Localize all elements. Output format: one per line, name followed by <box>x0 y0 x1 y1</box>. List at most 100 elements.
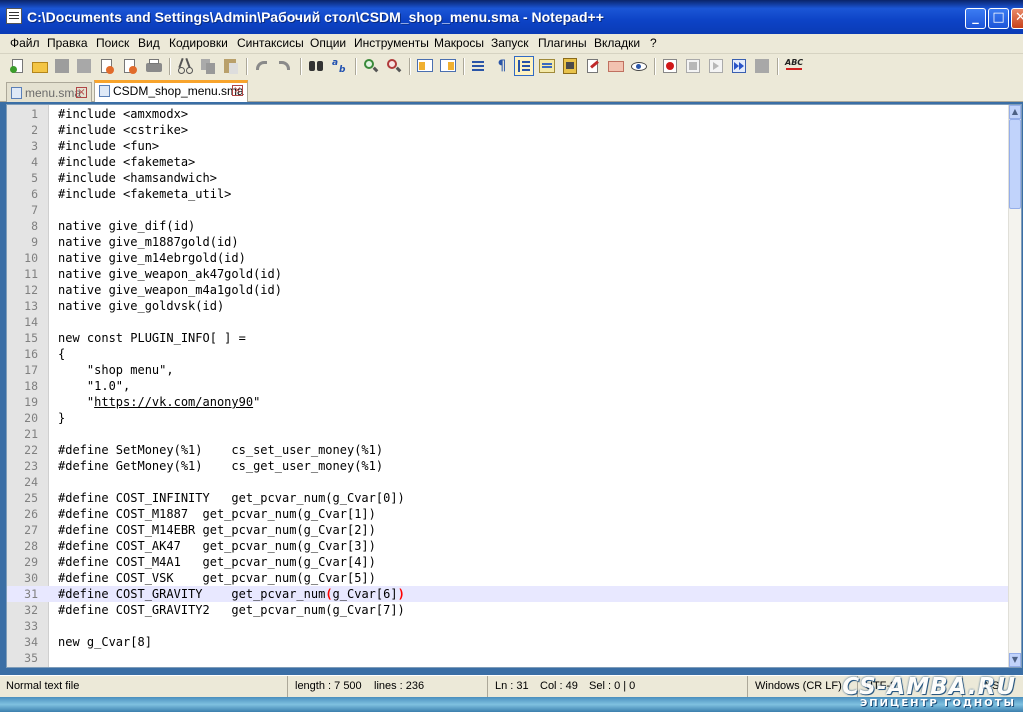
word-wrap-icon[interactable] <box>470 57 488 75</box>
code-line[interactable]: 27 #define COST_M14EBR get_pcvar_num(g_Cv… <box>7 522 1010 538</box>
code-line[interactable]: 18 "1.0", <box>7 378 1010 394</box>
close-icon[interactable] <box>98 57 116 75</box>
play-macro-icon[interactable] <box>707 57 725 75</box>
code-line[interactable]: 9 native give_m1887gold(id) <box>7 234 1010 250</box>
close-all-icon[interactable] <box>121 57 139 75</box>
code-line[interactable]: 30 #define COST_VSK get_pcvar_num(g_Cvar[… <box>7 570 1010 586</box>
save-icon[interactable] <box>53 57 71 75</box>
code-line[interactable]: 31 #define COST_GRAVITY get_pcvar_num(g_C… <box>7 586 1010 602</box>
code-line[interactable]: 16 { <box>7 346 1010 362</box>
code-line[interactable]: 29 #define COST_M4A1 get_pcvar_num(g_Cvar… <box>7 554 1010 570</box>
menu-view[interactable]: Вид <box>138 35 160 51</box>
close-tab-icon[interactable]: × <box>232 85 243 96</box>
menu-tabs[interactable]: Вкладки <box>594 35 640 51</box>
maximize-button[interactable]: □ <box>988 8 1009 29</box>
code-line[interactable]: 26 #define COST_M1887 get_pcvar_num(g_Cva… <box>7 506 1010 522</box>
code-line[interactable]: 2 #include <cstrike> <box>7 122 1010 138</box>
print-icon[interactable] <box>145 57 163 75</box>
function-list-icon[interactable] <box>584 57 602 75</box>
open-file-icon[interactable] <box>31 57 49 75</box>
menu-tools[interactable]: Инструменты <box>354 35 429 51</box>
code-line[interactable]: 35 <box>7 650 1010 666</box>
menu-help[interactable]: ? <box>650 35 657 51</box>
scrollbar-thumb[interactable] <box>1009 119 1021 209</box>
menu-plugins[interactable]: Плагины <box>538 35 587 51</box>
tab-csdm-shop-menu[interactable]: CSDM_shop_menu.sma × <box>94 80 248 102</box>
record-macro-icon[interactable] <box>661 57 679 75</box>
copy-icon[interactable] <box>199 57 217 75</box>
code-line[interactable]: 15 new const PLUGIN_INFO[ ] = <box>7 330 1010 346</box>
code-line[interactable]: 7 <box>7 202 1010 218</box>
doc-map-icon[interactable] <box>561 57 579 75</box>
code-line[interactable]: 6 #include <fakemeta_util> <box>7 186 1010 202</box>
tab-menu-sma[interactable]: menu.sma × <box>6 82 92 102</box>
code-line[interactable]: 5 #include <hamsandwich> <box>7 170 1010 186</box>
code-line[interactable]: 3 #include <fun> <box>7 138 1010 154</box>
save-macro-icon[interactable] <box>753 57 771 75</box>
scroll-down-icon[interactable]: ▼ <box>1009 653 1021 667</box>
code-editor[interactable]: 1 #include <amxmodx> 2 #include <cstrike> 3 #… <box>6 104 1022 668</box>
code-text: #define COST_M14EBR get_pcvar_num(g_Cvar… <box>58 523 376 537</box>
cut-icon[interactable] <box>176 57 194 75</box>
code-line[interactable]: 33 <box>7 618 1010 634</box>
undo-icon[interactable] <box>253 57 271 75</box>
code-line[interactable]: 24 <box>7 474 1010 490</box>
menu-file[interactable]: Файл <box>10 35 40 51</box>
code-line[interactable]: 20} <box>7 410 1010 426</box>
new-file-icon[interactable] <box>9 57 27 75</box>
show-all-chars-icon[interactable]: ¶ <box>493 57 511 75</box>
title-bar[interactable]: C:\Documents and Settings\Admin\Рабочий … <box>0 0 1023 34</box>
minimize-button[interactable]: _ <box>965 8 986 29</box>
menu-syntax[interactable]: Синтаксисы <box>237 35 304 51</box>
code-line[interactable]: 12 native give_weapon_m4a1gold(id) <box>7 282 1010 298</box>
menu-macros[interactable]: Макросы <box>434 35 484 51</box>
zoom-out-icon[interactable] <box>385 57 403 75</box>
save-all-icon[interactable] <box>75 57 93 75</box>
code-text: native give_m14ebrgold(id) <box>58 251 246 265</box>
code-line[interactable]: 8 native give_dif(id) <box>7 218 1010 234</box>
code-line[interactable]: 28 #define COST_AK47 get_pcvar_num(g_Cvar… <box>7 538 1010 554</box>
code-line[interactable]: 4 #include <fakemeta> <box>7 154 1010 170</box>
code-line[interactable]: 10 native give_m14ebrgold(id) <box>7 250 1010 266</box>
code-line[interactable]: 32 #define COST_GRAVITY2 get_pcvar_num(g_… <box>7 602 1010 618</box>
line-number: 3 <box>31 139 38 153</box>
scroll-up-icon[interactable]: ▲ <box>1009 105 1021 119</box>
menu-search[interactable]: Поиск <box>96 35 129 51</box>
close-tab-icon[interactable]: × <box>76 87 87 98</box>
spell-check-icon[interactable]: ABC <box>784 57 806 75</box>
code-line[interactable]: 17 "shop menu", <box>7 362 1010 378</box>
code-line[interactable]: 11 native give_weapon_ak47gold(id) <box>7 266 1010 282</box>
menu-encoding[interactable]: Кодировки <box>169 35 228 51</box>
folder-workspace-icon[interactable] <box>607 57 625 75</box>
paste-icon[interactable] <box>222 57 240 75</box>
menu-run[interactable]: Запуск <box>491 35 529 51</box>
zoom-in-icon[interactable] <box>362 57 380 75</box>
code-line[interactable]: 23 #define GetMoney(%1) cs_get_user_money… <box>7 458 1010 474</box>
code-line[interactable]: 25 #define COST_INFINITY get_pcvar_num(g_… <box>7 490 1010 506</box>
code-line[interactable]: 22 #define SetMoney(%1) cs_set_user_money… <box>7 442 1010 458</box>
code-line[interactable]: 14 <box>7 314 1010 330</box>
code-line[interactable]: 1 #include <amxmodx> <box>7 106 1010 122</box>
code-text: #define COST_AK47 get_pcvar_num(g_Cvar[3… <box>58 539 376 553</box>
run-macro-multiple-icon[interactable] <box>730 57 748 75</box>
menu-edit[interactable]: Правка <box>47 35 88 51</box>
code-line[interactable]: 13 native give_goldvsk(id) <box>7 298 1010 314</box>
code-line[interactable]: 21 <box>7 426 1010 442</box>
vertical-scrollbar[interactable]: ▲ ▼ <box>1008 105 1021 667</box>
replace-icon[interactable]: ab <box>331 57 349 75</box>
user-language-icon[interactable] <box>538 57 556 75</box>
stop-macro-icon[interactable] <box>684 57 702 75</box>
code-text: #include <amxmodx> <box>58 107 189 121</box>
sync-horizontal-icon[interactable] <box>439 57 457 75</box>
monitoring-icon[interactable] <box>630 57 648 75</box>
url-link[interactable]: https://vk.com/anony90 <box>94 395 253 409</box>
code-line[interactable]: 19 "https://vk.com/anony90" <box>7 394 1010 410</box>
sync-vertical-icon[interactable] <box>416 57 434 75</box>
redo-icon[interactable] <box>276 57 294 75</box>
code-line[interactable]: 34 new g_Cvar[8] <box>7 634 1010 650</box>
indent-guide-icon[interactable] <box>514 56 534 76</box>
notepad-app-icon[interactable] <box>6 8 22 24</box>
menu-options[interactable]: Опции <box>310 35 346 51</box>
close-button[interactable]: ✕ <box>1011 8 1023 29</box>
find-icon[interactable] <box>307 57 325 75</box>
